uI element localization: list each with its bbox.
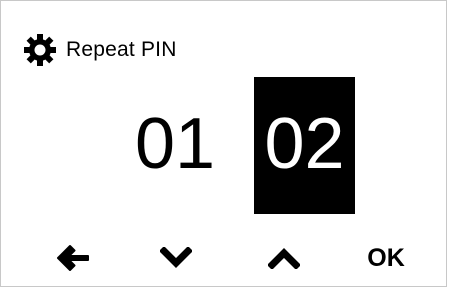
gear-icon: [24, 34, 56, 66]
up-button[interactable]: [264, 241, 304, 275]
ok-button[interactable]: OK: [358, 241, 414, 275]
pin-digit-2[interactable]: 02: [254, 108, 355, 180]
page-title: Repeat PIN: [66, 38, 177, 61]
chevron-up-icon: [268, 248, 300, 269]
arrow-left-icon: [57, 245, 89, 271]
down-button[interactable]: [156, 241, 196, 275]
chevron-down-icon: [160, 247, 192, 268]
pin-digit-1[interactable]: 01: [129, 108, 221, 180]
header: Repeat PIN: [23, 34, 177, 66]
display-screen: Repeat PIN 01 02 OK: [0, 0, 447, 287]
back-button[interactable]: [53, 241, 93, 275]
